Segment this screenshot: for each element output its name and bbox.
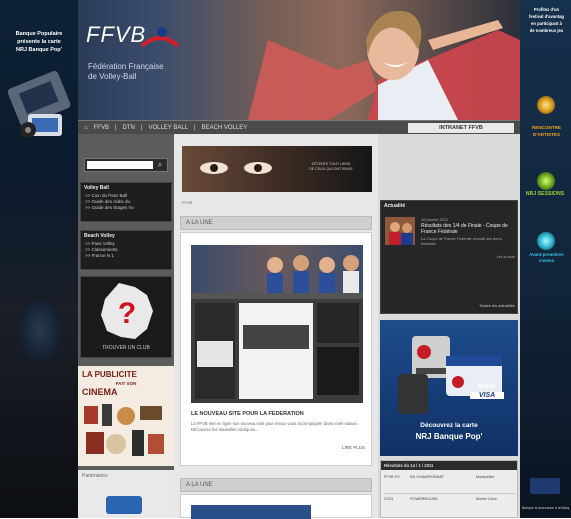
find-club-caption: TROUVER UN CLUB xyxy=(102,345,150,351)
nav-item-beach-volley[interactable]: BEACH VOLLEY xyxy=(202,125,248,131)
right-ad-intro-2: festival d'avantag xyxy=(529,14,564,19)
result-2-col-2: POWERBOUND xyxy=(410,497,439,501)
france-map-icon: ? xyxy=(101,283,153,339)
ffvb-logo[interactable]: FFVB xyxy=(86,22,180,52)
article-screenshot xyxy=(191,245,363,403)
partners-title: Partenaires xyxy=(82,473,108,479)
visa-logo: VISA xyxy=(470,392,504,399)
right-ad-item-sessions[interactable]: NRJ SESSIONS xyxy=(524,190,566,198)
logo-swoosh-icon xyxy=(140,27,180,48)
news-headline[interactable]: Résultats des 1/4 de Finale - Coupe de F… xyxy=(421,223,515,235)
publicite-cinema-ad[interactable]: LA PUBLICITE FAIT SON CINEMA xyxy=(78,366,174,466)
beach-volley-panel: Beach Volley >> Pass Volley >> Classemen… xyxy=(80,230,172,270)
panel-title-beach-volley: Beach Volley xyxy=(84,233,115,239)
results-panel: Résultats du 14 / 1 / 2011 FFVB FV EN CH… xyxy=(380,460,518,518)
right-ad-intro-3: en participant à xyxy=(531,21,562,26)
volley-ball-panel: Volley Ball >> Coin du Pass Ball >> Guid… xyxy=(80,182,172,222)
left-ad-title-2: présente la carte xyxy=(17,39,61,45)
logo-text: FFVB xyxy=(86,22,147,47)
article-title[interactable]: LE NOUVEAU SITE POUR LA FEDERATION xyxy=(191,411,363,417)
news-thumbnail[interactable] xyxy=(385,217,415,245)
banner-text-2: DE CEUX QUI ONT ENVIE xyxy=(309,167,353,171)
card-label-bleue: BLEUE xyxy=(478,384,496,390)
left-banner-ad[interactable]: Banque Populaire présente la carte NRJ B… xyxy=(0,0,78,518)
nav-item-dtn[interactable]: DTN xyxy=(123,125,135,131)
all-news-link[interactable]: Toutes les actualités xyxy=(441,303,515,308)
article-body: La FFVB met en ligne son nouveau site po… xyxy=(191,421,358,432)
sessions-icon xyxy=(537,172,555,190)
banner-eye-graphic xyxy=(200,162,272,174)
right-ad-item-cinema[interactable]: Avant-premières cinéma xyxy=(522,252,571,264)
svg-text:?: ? xyxy=(118,297,136,330)
read-more-link[interactable]: LIRE PLUS xyxy=(321,445,365,450)
right-ad-item-artists[interactable]: RENCONTRE D'ARTISTES xyxy=(522,124,571,138)
main-content: DÉTENTE TOUT LIENS DE CEUX QUI ONT ENVIE… xyxy=(174,134,378,519)
right-banner-ad[interactable]: Profitez d'un festival d'avantag en part… xyxy=(520,0,571,518)
result-2-col-1: 21/01 xyxy=(384,497,394,501)
home-icon[interactable]: ⌂ xyxy=(84,125,88,131)
nav-item-ffvb[interactable]: FFVB xyxy=(94,125,109,131)
panel-title-volley-ball: Volley Ball xyxy=(84,185,109,191)
left-sidebar: ⌕ Volley Ball >> Coin du Pass Ball >> Gu… xyxy=(78,134,174,518)
partners-box: Partenaires xyxy=(78,470,174,518)
search-input[interactable] xyxy=(87,161,153,169)
link-france-n1[interactable]: >> France N 1 xyxy=(81,253,171,259)
actualite-panel: Actualité 16 janvier 2011 Résultats des … xyxy=(380,200,518,314)
nrj-ad-line1: Découvrez la carte xyxy=(420,422,478,429)
nrj-card-ad[interactable]: BLEUE VISA Découvrez la carte NRJ Banque… xyxy=(380,320,518,456)
header-tagline-2: de Volley-Ball xyxy=(88,72,137,81)
site-header: FFVB Fédération Française de Volley-Ball xyxy=(78,0,520,120)
nav-item-volley-ball[interactable]: VOLLEY BALL xyxy=(148,125,188,131)
content-label: FFVB xyxy=(182,200,193,205)
partner-logo[interactable] xyxy=(106,496,142,514)
right-ad-intro-1: Profitez d'un xyxy=(533,7,560,12)
link-guide-stages[interactable]: >> Guide des Stages Vo xyxy=(81,205,171,211)
second-article-image xyxy=(191,505,311,519)
search-icon[interactable]: ⌕ xyxy=(155,160,165,170)
eyes-banner-ad[interactable]: DÉTENTE TOUT LIENS DE CEUX QUI ONT ENVIE xyxy=(182,146,372,192)
artists-icon xyxy=(537,96,555,114)
cinema-icon xyxy=(537,232,555,250)
intranet-button[interactable]: INTRANET FFVB xyxy=(408,123,514,133)
main-nav: ⌂ FFVB | DTN | VOLLEY BALL | BEACH VOLLE… xyxy=(78,120,520,134)
second-article[interactable] xyxy=(180,494,372,519)
result-1-col-3: Montpellier xyxy=(476,475,495,479)
news-more-link[interactable]: Lire la suite xyxy=(471,255,515,259)
pub-collage-image xyxy=(84,404,164,456)
results-title: Résultats du 14 / 1 / 2011 xyxy=(381,461,517,470)
pub-line-1: LA PUBLICITE xyxy=(82,370,137,379)
section-a-la-une-1: A LA UNE xyxy=(180,216,372,230)
actualite-title: Actualité xyxy=(384,203,406,209)
header-tagline-1: Fédération Française xyxy=(88,62,164,71)
dj-image xyxy=(8,68,72,148)
results-row-1[interactable]: FFVB FV EN CHAMPIONNAT Montpellier xyxy=(384,475,516,489)
news-date: 16 janvier 2011 xyxy=(421,217,449,222)
right-sidebar: Actualité 16 janvier 2011 Résultats des … xyxy=(378,134,520,518)
right-ad-footer: Banque et assurance à la Banq xyxy=(522,506,570,510)
news-body: La Coupe de France Fédérale connaît ses … xyxy=(421,237,503,246)
result-1-col-1: FFVB FV xyxy=(384,475,400,479)
results-row-2[interactable]: 21/01 POWERBOUND Monte Carlo xyxy=(384,497,516,511)
search-box: ⌕ xyxy=(84,158,168,172)
left-ad-speaker xyxy=(20,300,60,360)
nrj-ad-line2: NRJ Banque Pop' xyxy=(415,432,483,441)
nrj-card-graphic xyxy=(398,336,502,414)
header-player-photo xyxy=(248,10,520,120)
pub-line-3: CINEMA xyxy=(82,387,118,397)
find-club-widget[interactable]: ? TROUVER UN CLUB xyxy=(80,276,172,358)
screenshot-players xyxy=(267,255,359,293)
nrj-card-mini xyxy=(530,478,560,494)
featured-article[interactable]: LE NOUVEAU SITE POUR LA FEDERATION La FF… xyxy=(180,232,372,466)
left-ad-title-1: Banque Populaire xyxy=(15,31,63,37)
result-2-col-3: Monte Carlo xyxy=(476,497,497,501)
left-ad-title-3: NRJ Banque Pop' xyxy=(16,47,62,53)
section-a-la-une-2: A LA UNE xyxy=(180,478,372,492)
result-1-col-2: EN CHAMPIONNAT xyxy=(410,475,445,479)
right-ad-intro-4: de nombreux jeu xyxy=(529,28,564,33)
